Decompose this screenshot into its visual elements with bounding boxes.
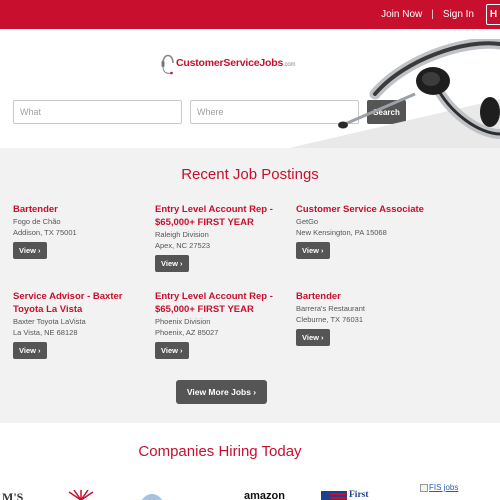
job-card: Bartender Fogo de Chão Addison, TX 75001… — [13, 203, 148, 259]
job-card: Entry Level Account Rep - $65,000+ FIRST… — [155, 203, 290, 272]
header: CustomerServiceJobs.com Search — [0, 29, 500, 148]
job-title[interactable]: Service Advisor - Baxter Toyota La Vista — [13, 290, 148, 316]
logo-name: CustomerServiceJobs — [176, 57, 284, 69]
job-location: Phoenix, AZ 85027 — [155, 328, 219, 337]
job-company: Barrera's Restaurant — [296, 304, 365, 313]
recent-jobs-title: Recent Job Postings — [181, 166, 319, 183]
sign-in-link[interactable]: Sign In — [443, 9, 474, 20]
job-company: Raleigh Division — [155, 230, 209, 239]
view-job-button[interactable]: View › — [296, 242, 330, 259]
view-job-button[interactable]: View › — [13, 342, 47, 359]
blue-logo-icon[interactable] — [142, 492, 162, 500]
job-card: Entry Level Account Rep - $65,000+ FIRST… — [155, 290, 290, 359]
company-logo-first[interactable]: First — [349, 490, 369, 500]
job-title[interactable]: Entry Level Account Rep - $65,000+ FIRST… — [155, 290, 290, 316]
flag-logo-icon[interactable] — [321, 491, 347, 500]
job-location: Addison, TX 75001 — [13, 228, 77, 237]
job-card: Service Advisor - Baxter Toyota La Vista… — [13, 290, 148, 359]
site-logo[interactable]: CustomerServiceJobs.com — [160, 47, 296, 79]
job-card: Bartender Barrera's Restaurant Cleburne,… — [296, 290, 431, 346]
job-title[interactable]: Bartender — [296, 290, 431, 303]
view-job-button[interactable]: View › — [155, 255, 189, 272]
job-title[interactable]: Entry Level Account Rep - $65,000+ FIRST… — [155, 203, 290, 229]
nav-separator: | — [431, 9, 434, 20]
recent-jobs-section: Recent Job Postings Bartender Fogo de Ch… — [0, 148, 500, 423]
companies-title: Companies Hiring Today — [138, 443, 302, 460]
top-bar: Join Now | Sign In H — [0, 0, 500, 29]
headset-image — [285, 37, 500, 148]
job-card: Customer Service Associate GetGo New Ken… — [296, 203, 446, 259]
view-job-button[interactable]: View › — [13, 242, 47, 259]
companies-section: Companies Hiring Today FIS jobs M'S amaz… — [0, 423, 500, 500]
job-company: Baxter Toyota LaVista — [13, 317, 86, 326]
view-job-button[interactable]: View › — [296, 329, 330, 346]
company-logo-ms[interactable]: M'S — [2, 490, 23, 500]
view-job-button[interactable]: View › — [155, 342, 189, 359]
hire-button[interactable]: H — [486, 4, 500, 25]
company-logos-row: M'S amazon First — [0, 490, 500, 500]
job-location: La Vista, NE 68128 — [13, 328, 78, 337]
job-company: Phoenix Division — [155, 317, 211, 326]
sunburst-logo-icon[interactable] — [66, 490, 96, 500]
headset-icon — [160, 47, 174, 79]
logo-wordmark: CustomerServiceJobs.com — [176, 57, 296, 69]
join-now-link[interactable]: Join Now — [381, 9, 422, 20]
job-location: Apex, NC 27523 — [155, 241, 211, 250]
job-company: Fogo de Chão — [13, 217, 61, 226]
job-title[interactable]: Customer Service Associate — [296, 203, 446, 216]
what-input[interactable] — [13, 100, 182, 124]
company-logo-amazon[interactable]: amazon — [244, 490, 285, 500]
job-company: GetGo — [296, 217, 319, 226]
job-title[interactable]: Bartender — [13, 203, 148, 216]
account-nav: Join Now | Sign In H — [381, 0, 500, 29]
view-more-jobs-button[interactable]: View More Jobs › — [176, 380, 267, 404]
job-location: New Kensington, PA 15068 — [296, 228, 387, 237]
job-location: Cleburne, TX 76031 — [296, 315, 363, 324]
